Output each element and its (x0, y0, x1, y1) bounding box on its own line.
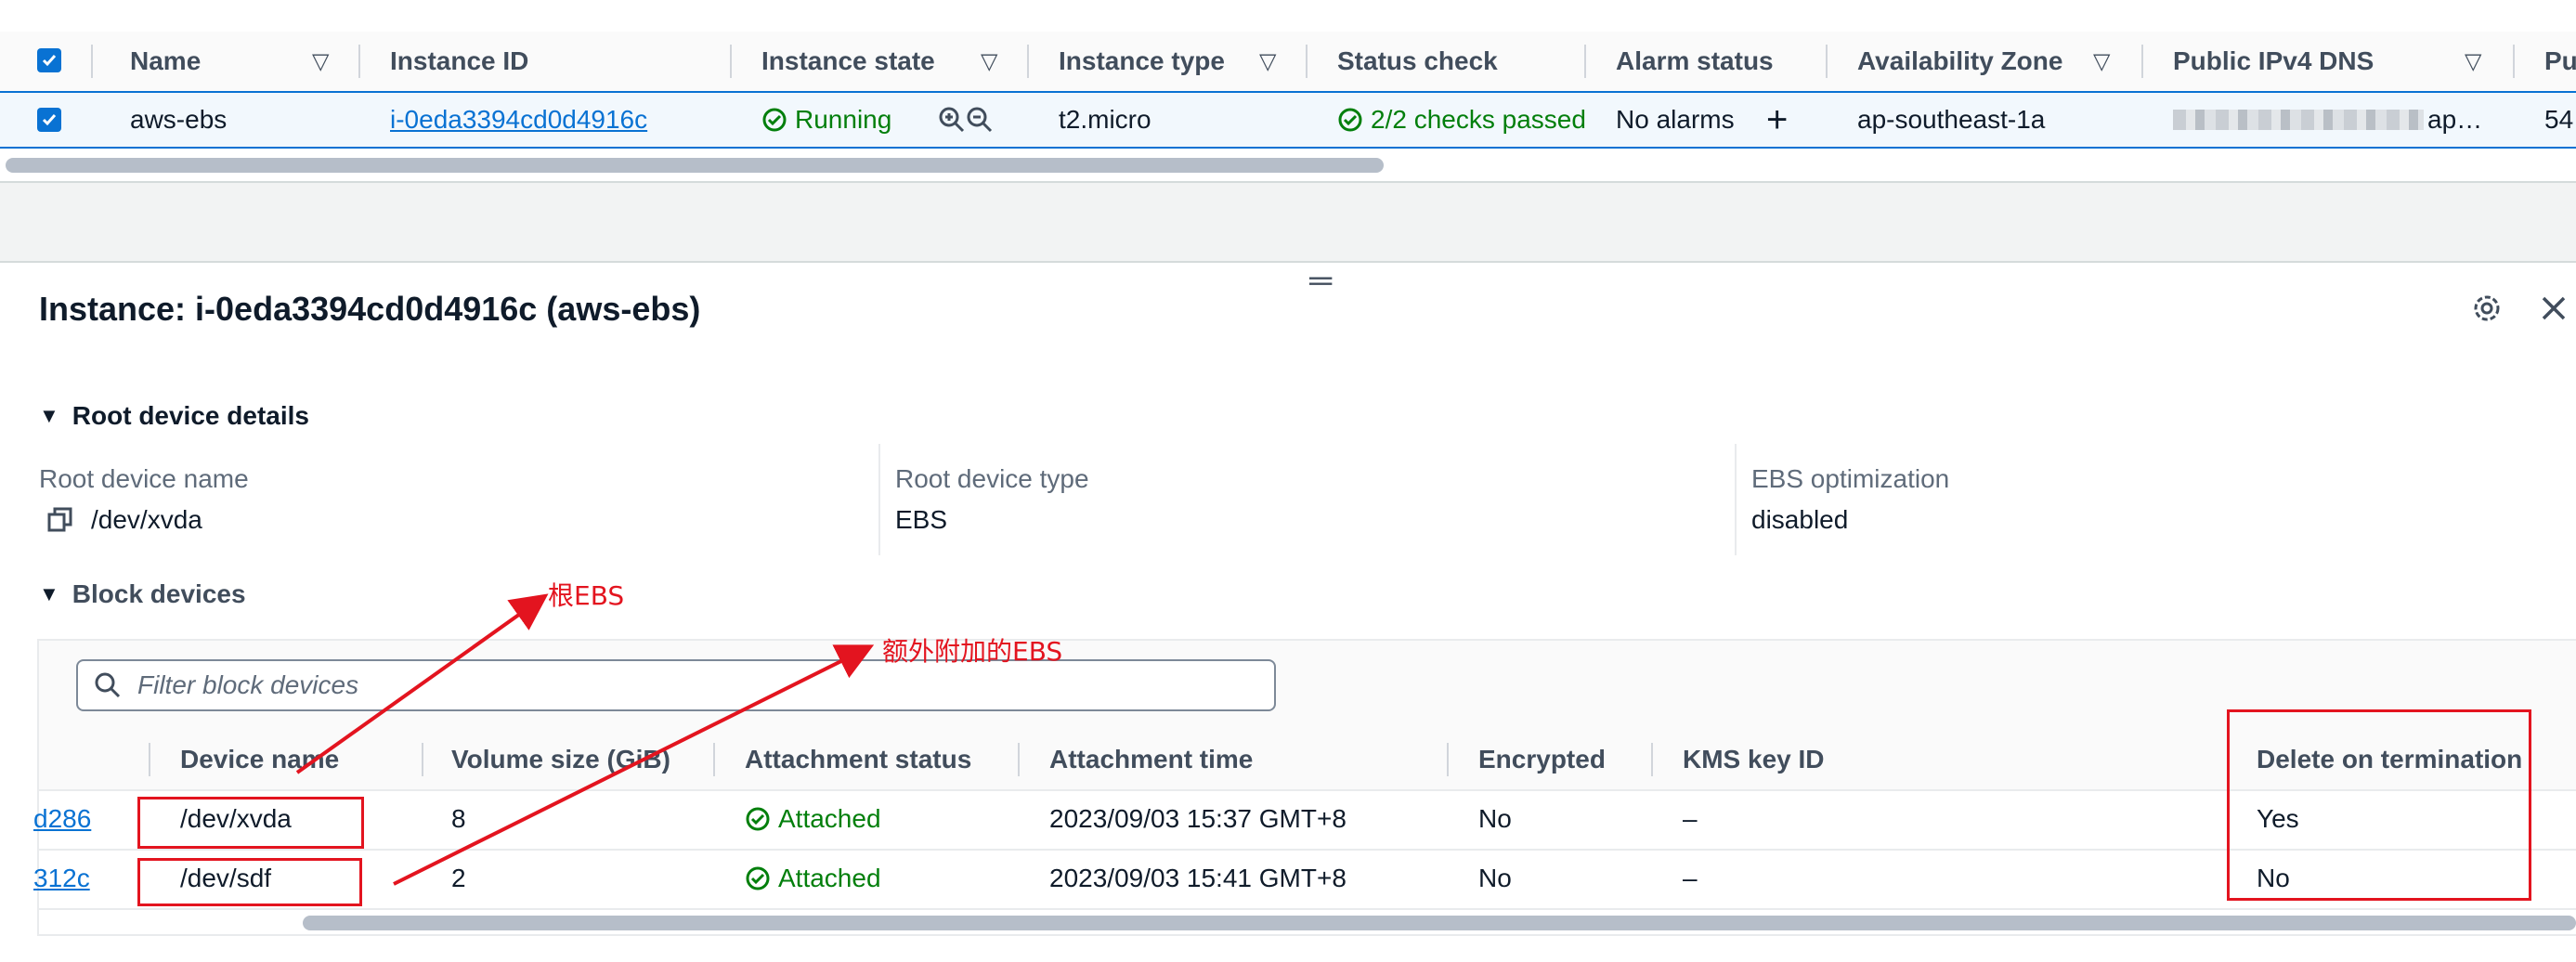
root-device-type-value: EBS (895, 505, 948, 534)
volume-id-link[interactable]: 312c (33, 849, 90, 908)
col-header-attachment-status[interactable]: Attachment status (745, 730, 971, 789)
zoom-out-icon[interactable] (966, 106, 994, 134)
col-header-public-dns[interactable]: Public IPv4 DNS (2173, 32, 2374, 91)
instance-state-text: Running (795, 105, 892, 134)
instance-id-link[interactable]: i-0eda3394cd0d4916c (390, 91, 647, 149)
col-header-alarm-status[interactable]: Alarm status (1616, 32, 1774, 91)
annotation-box-root-device (137, 797, 364, 849)
sort-type-icon[interactable]: ▽ (1259, 48, 1276, 75)
annotation-extra-ebs: 额外附加的EBS (882, 636, 1063, 667)
resize-drag-handle[interactable]: ═ (1309, 265, 1332, 296)
attachment-time: 2023/09/03 15:37 GMT+8 (1049, 804, 1347, 833)
zoom-in-icon[interactable] (938, 106, 966, 134)
public-dns: ap… (2173, 91, 2482, 149)
root-device-name-label: Root device name (39, 464, 249, 493)
encrypted: No (1478, 804, 1512, 833)
sort-name-icon[interactable]: ▽ (312, 48, 329, 75)
availability-zone: ap-southeast-1a (1857, 105, 2046, 134)
alarm-status: No alarms (1616, 105, 1735, 134)
settings-gear-icon[interactable] (2470, 292, 2504, 325)
col-header-instance-state[interactable]: Instance state (761, 32, 935, 91)
col-header-public-ip[interactable]: Pu (2544, 32, 2576, 91)
block-devices-header (39, 730, 2576, 791)
annotation-root-ebs: 根EBS (548, 580, 625, 611)
col-header-availability-zone[interactable]: Availability Zone (1857, 32, 2062, 91)
root-device-section-toggle[interactable]: ▼ Root device details (39, 401, 309, 431)
search-icon (95, 672, 121, 698)
filter-block-devices-field[interactable] (76, 659, 1276, 711)
redacted-dns-blur (2173, 110, 2424, 130)
instances-horizontal-scrollbar[interactable] (6, 158, 1384, 173)
zoom-controls (938, 91, 994, 149)
instance-state: Running (761, 91, 891, 149)
sort-dns-icon[interactable]: ▽ (2465, 48, 2481, 75)
annotation-box-extra-device (137, 858, 362, 906)
kms-key-id: – (1683, 804, 1698, 833)
caret-down-icon: ▼ (39, 404, 59, 427)
root-device-section-title: Root device details (72, 401, 309, 430)
table-top-strip (0, 0, 2576, 33)
volume-id-link[interactable]: d286 (33, 789, 91, 849)
select-all-checkbox[interactable] (37, 48, 61, 72)
public-dns-suffix: ap… (2427, 105, 2483, 134)
add-alarm-plus-icon[interactable]: + (1766, 91, 1788, 149)
attachment-status-text: Attached (778, 804, 881, 833)
instance-name: aws-ebs (130, 105, 228, 134)
root-device-name: /dev/xvda (46, 505, 202, 535)
attachment-time: 2023/09/03 15:41 GMT+8 (1049, 864, 1347, 892)
col-header-device-name[interactable]: Device name (180, 730, 339, 789)
block-devices-section-title: Block devices (72, 579, 246, 608)
details-panel-title: Instance: i-0eda3394cd0d4916c (aws-ebs) (39, 290, 701, 328)
col-header-volume-size[interactable]: Volume size (GiB) (451, 730, 670, 789)
col-header-status-check[interactable]: Status check (1337, 32, 1498, 91)
ebs-optimization-value: disabled (1751, 505, 1849, 534)
sort-state-icon[interactable]: ▽ (981, 48, 997, 75)
col-header-instance-type[interactable]: Instance type (1059, 32, 1225, 91)
copy-icon[interactable] (46, 506, 74, 534)
sort-az-icon[interactable]: ▽ (2093, 48, 2110, 75)
attachment-status: Attached (745, 789, 881, 849)
col-header-name[interactable]: Name (130, 32, 201, 91)
col-header-attachment-time[interactable]: Attachment time (1049, 730, 1253, 789)
col-header-kms-key-id[interactable]: KMS key ID (1683, 730, 1825, 789)
kms-key-id: – (1683, 864, 1698, 892)
check-icon (42, 55, 57, 67)
volume-size: 2 (451, 864, 466, 892)
annotation-box-delete-on-termination (2227, 709, 2531, 901)
root-device-name-value: /dev/xvda (91, 505, 202, 534)
col-header-encrypted[interactable]: Encrypted (1478, 730, 1606, 789)
split-panel-divider (0, 181, 2576, 263)
caret-down-icon: ▼ (39, 582, 59, 605)
block-devices-section-toggle[interactable]: ▼ Block devices (39, 579, 246, 609)
success-check-icon (746, 866, 770, 890)
success-check-icon (1338, 108, 1362, 132)
attachment-status: Attached (745, 849, 881, 908)
public-ip-partial: 54 (2544, 105, 2574, 134)
success-check-icon (746, 807, 770, 831)
col-header-instance-id[interactable]: Instance ID (390, 32, 528, 91)
status-check[interactable]: 2/2 checks passed (1337, 91, 1588, 149)
encrypted: No (1478, 864, 1512, 892)
volume-size: 8 (451, 804, 466, 833)
root-device-type-label: Root device type (895, 464, 1089, 493)
check-icon (42, 114, 57, 126)
close-icon[interactable] (2537, 292, 2570, 325)
row-checkbox[interactable] (37, 108, 61, 132)
block-devices-horizontal-scrollbar[interactable] (303, 916, 2576, 930)
instance-type: t2.micro (1059, 105, 1151, 134)
filter-block-devices-input[interactable] (136, 670, 1235, 701)
success-check-icon (762, 108, 787, 132)
ebs-optimization-label: EBS optimization (1751, 464, 1950, 493)
attachment-status-text: Attached (778, 864, 881, 892)
status-check-text: 2/2 checks passed (1371, 105, 1586, 134)
